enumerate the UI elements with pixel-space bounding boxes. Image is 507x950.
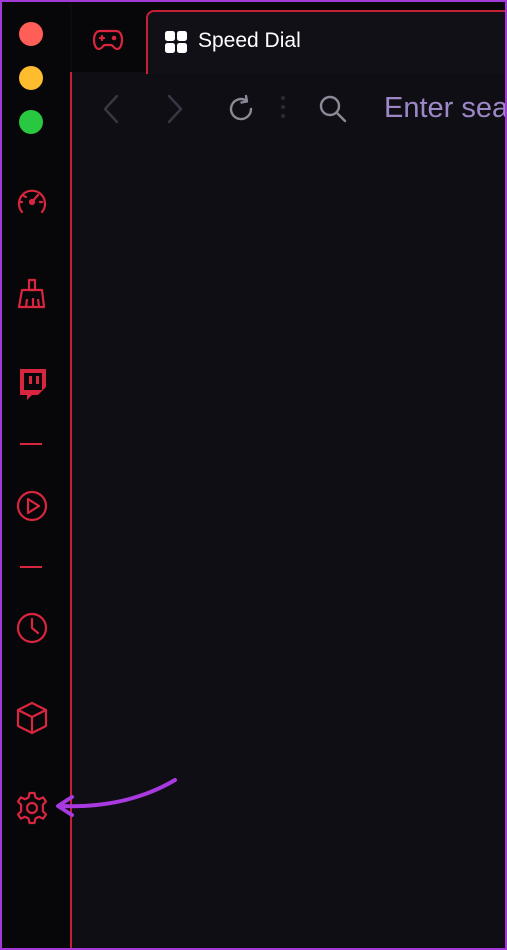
address-bar-input[interactable]: Enter sea [384, 92, 507, 125]
tab-title: Speed Dial [198, 29, 301, 52]
annotation-arrow [48, 770, 188, 830]
close-window-button[interactable] [19, 22, 43, 46]
twitch-icon[interactable] [12, 364, 52, 404]
toolbar-divider [281, 96, 287, 122]
speed-dial-grid-icon [164, 30, 188, 54]
player-icon[interactable] [12, 486, 52, 526]
gamepad-icon[interactable] [84, 20, 132, 60]
settings-gear-icon[interactable] [12, 788, 52, 828]
speedometer-icon[interactable] [12, 182, 52, 222]
reload-icon[interactable] [224, 92, 258, 126]
minimize-window-button[interactable] [19, 66, 43, 90]
back-arrow-icon[interactable] [96, 92, 126, 126]
history-icon[interactable] [12, 608, 52, 648]
sidebar-separator [20, 566, 42, 568]
cleaner-icon[interactable] [12, 274, 52, 314]
search-icon[interactable] [316, 92, 350, 126]
maximize-window-button[interactable] [19, 110, 43, 134]
extensions-cube-icon[interactable] [12, 698, 52, 738]
forward-arrow-icon[interactable] [160, 92, 190, 126]
sidebar-separator [20, 443, 42, 445]
